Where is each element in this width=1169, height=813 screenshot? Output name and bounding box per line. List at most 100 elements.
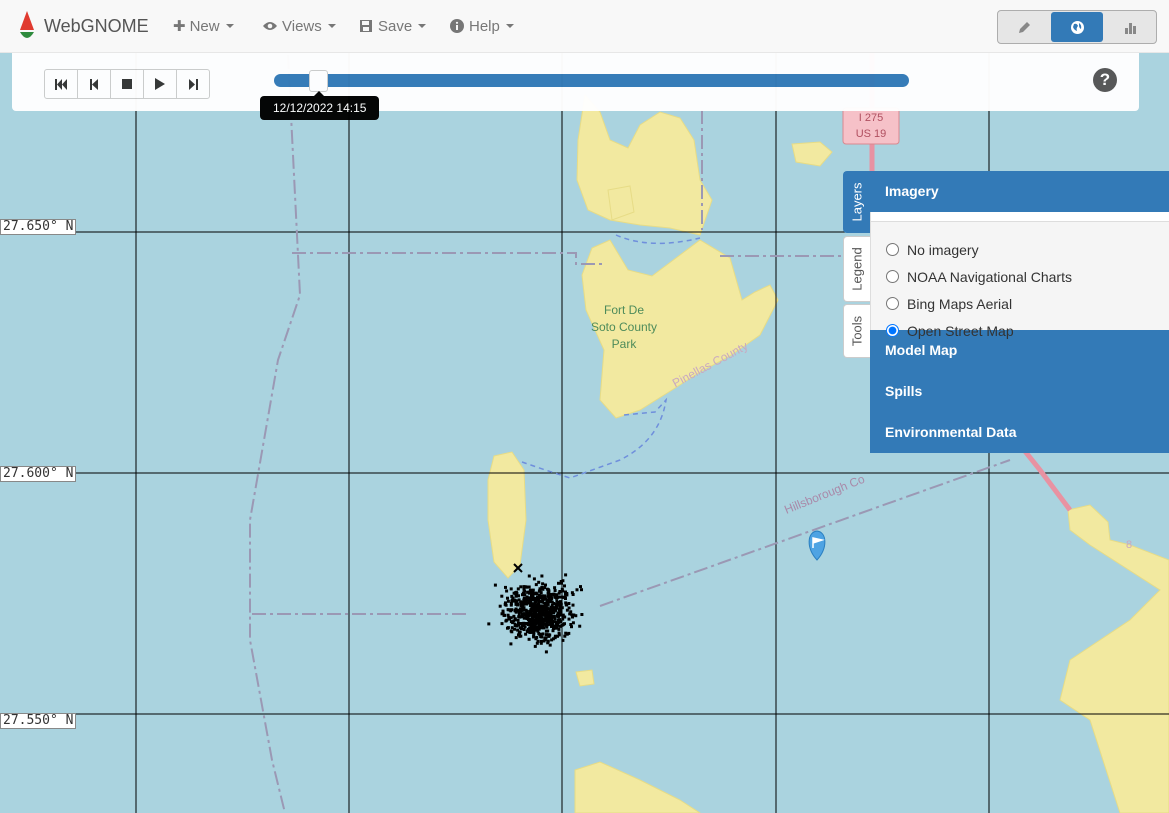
views-menu[interactable]: Views bbox=[262, 0, 336, 52]
spill-particle bbox=[518, 626, 522, 630]
spill-particle bbox=[516, 628, 520, 632]
new-menu[interactable]: ✚ New bbox=[173, 0, 234, 52]
save-menu[interactable]: Save bbox=[359, 0, 427, 52]
imagery-option-noaa[interactable]: NOAA Navigational Charts bbox=[871, 263, 1169, 290]
views-menu-label: Views bbox=[282, 17, 322, 35]
pencil-icon bbox=[1018, 21, 1030, 33]
question-icon[interactable]: ? bbox=[1093, 68, 1117, 92]
spill-particle bbox=[539, 633, 543, 637]
spill-particle bbox=[578, 624, 582, 628]
spill-particle bbox=[525, 622, 528, 625]
brand[interactable]: WebGNOME bbox=[18, 10, 149, 42]
spill-particle bbox=[547, 634, 551, 638]
spill-particle bbox=[559, 602, 563, 606]
spill-particle bbox=[531, 624, 534, 627]
radio-noaa-charts[interactable] bbox=[886, 270, 899, 283]
spill-particle bbox=[553, 589, 557, 592]
spill-particle bbox=[564, 590, 567, 594]
spill-particle bbox=[564, 631, 568, 635]
step-forward-button[interactable] bbox=[176, 69, 210, 99]
bar-chart-icon bbox=[1124, 22, 1136, 34]
model-map-header[interactable]: Model Map bbox=[870, 330, 1169, 371]
spill-particle bbox=[537, 600, 541, 604]
step-back-button[interactable] bbox=[77, 69, 111, 99]
spills-header[interactable]: Spills bbox=[870, 371, 1169, 412]
spill-particle bbox=[524, 608, 528, 612]
globe-icon bbox=[1070, 20, 1084, 34]
spill-particle bbox=[527, 601, 531, 605]
tab-legend[interactable]: Legend bbox=[843, 236, 870, 302]
spill-particle bbox=[512, 614, 516, 618]
play-button[interactable] bbox=[143, 69, 177, 99]
radio-no-imagery[interactable] bbox=[886, 243, 899, 256]
map-view-button[interactable] bbox=[1051, 12, 1103, 42]
spill-particle bbox=[528, 588, 532, 592]
spill-particle bbox=[533, 624, 537, 628]
spill-particle bbox=[531, 594, 535, 598]
chart-view-button[interactable] bbox=[1104, 11, 1156, 43]
spill-particle bbox=[506, 626, 509, 630]
imagery-option-label: NOAA Navigational Charts bbox=[907, 268, 1072, 285]
setup-view-button[interactable] bbox=[998, 11, 1050, 43]
spill-particle bbox=[539, 613, 543, 617]
spill-particle bbox=[563, 634, 567, 638]
spill-particle bbox=[544, 650, 548, 654]
spill-particle bbox=[510, 626, 514, 630]
spill-particle bbox=[563, 584, 566, 588]
imagery-header[interactable]: Imagery bbox=[870, 171, 1169, 212]
imagery-option-bing[interactable]: Bing Maps Aerial bbox=[871, 290, 1169, 317]
spill-particle bbox=[537, 627, 541, 631]
spill-particle bbox=[571, 621, 575, 625]
save-menu-label: Save bbox=[378, 17, 413, 35]
spill-particle bbox=[511, 596, 515, 600]
spill-particle bbox=[534, 583, 538, 587]
tab-legend-label: Legend bbox=[849, 247, 865, 291]
app-title: WebGNOME bbox=[44, 15, 149, 36]
spill-particle bbox=[561, 638, 565, 642]
spill-particle bbox=[564, 573, 568, 577]
spill-particle bbox=[526, 617, 530, 621]
spill-particle bbox=[513, 608, 517, 612]
environmental-data-header[interactable]: Environmental Data bbox=[870, 412, 1169, 453]
imagery-options: No imagery NOAA Navigational Charts Bing… bbox=[870, 212, 1169, 339]
spill-particle bbox=[521, 600, 525, 604]
spill-particle bbox=[524, 597, 527, 601]
timeline-slider-handle[interactable] bbox=[309, 70, 329, 92]
imagery-option-none[interactable]: No imagery bbox=[871, 236, 1169, 263]
rewind-button[interactable] bbox=[44, 69, 78, 99]
spill-particle bbox=[527, 614, 531, 617]
spill-particle bbox=[544, 583, 547, 587]
imagery-option-label: No imagery bbox=[907, 241, 979, 258]
spill-particle bbox=[505, 589, 509, 593]
radio-bing-aerial[interactable] bbox=[886, 297, 899, 310]
spill-particle bbox=[501, 609, 505, 613]
info-icon bbox=[450, 19, 464, 33]
spill-particle bbox=[509, 603, 513, 607]
spill-particle bbox=[543, 586, 547, 590]
help-menu-label: Help bbox=[469, 17, 500, 35]
imagery-option-label: Bing Maps Aerial bbox=[907, 295, 1013, 312]
spill-particle bbox=[527, 585, 531, 589]
stop-button[interactable] bbox=[110, 69, 144, 99]
spill-particle bbox=[528, 621, 531, 625]
tab-layers[interactable]: Layers bbox=[843, 171, 870, 233]
spill-particle bbox=[531, 618, 534, 622]
help-menu[interactable]: Help bbox=[450, 0, 514, 52]
spill-particle bbox=[540, 594, 544, 598]
spill-particle bbox=[524, 602, 528, 606]
spill-particle bbox=[536, 596, 540, 600]
highway-shield-line2: US 19 bbox=[856, 128, 887, 140]
spill-particle bbox=[531, 604, 535, 608]
spill-particle bbox=[539, 591, 543, 595]
spill-particle bbox=[555, 593, 558, 597]
spill-particle bbox=[542, 626, 546, 630]
spill-particle bbox=[522, 628, 526, 631]
spill-particle bbox=[532, 631, 536, 635]
spill-particle bbox=[523, 593, 527, 597]
spill-particle bbox=[571, 603, 575, 607]
eye-icon bbox=[263, 22, 277, 30]
spill-particle bbox=[514, 624, 517, 627]
timeline-slider-track[interactable] bbox=[274, 74, 909, 87]
tab-tools[interactable]: Tools bbox=[843, 304, 870, 358]
spill-particle bbox=[516, 608, 519, 612]
